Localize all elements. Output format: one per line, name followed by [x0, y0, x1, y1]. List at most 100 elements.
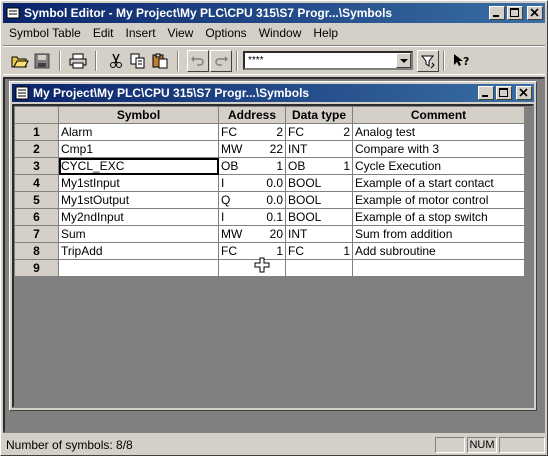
corner-cell[interactable]: [14, 106, 59, 124]
data-type-cell[interactable]: INT: [285, 225, 353, 243]
data-type-cell[interactable]: BOOL: [285, 208, 353, 226]
menu-symbol-table[interactable]: Symbol Table: [3, 23, 87, 43]
address-cell[interactable]: I 0.0: [218, 174, 286, 192]
table-row[interactable]: 6 My2ndInput I 0.1 BOOL Example of a stop swi…: [14, 208, 525, 226]
move-cursor-icon: [254, 257, 270, 273]
data-type-cell[interactable]: FC 2: [285, 123, 353, 141]
address-cell[interactable]: OB 1: [218, 157, 286, 175]
status-pane-extra: [499, 437, 545, 453]
address-number: 0.0: [266, 176, 283, 190]
comment-cell[interactable]: Compare with 3: [352, 140, 525, 158]
child-close-button[interactable]: [516, 86, 532, 100]
symbol-cell[interactable]: [58, 259, 219, 277]
symbols-window: My Project\My PLC\CPU 315\S7 Progr...\Sy…: [9, 81, 537, 411]
data-type-number: 1: [343, 244, 350, 258]
save-icon[interactable]: [31, 50, 53, 72]
menu-view[interactable]: View: [162, 23, 200, 43]
menu-edit[interactable]: Edit: [87, 23, 120, 43]
window-title: Symbol Editor - My Project\My PLC\CPU 31…: [24, 6, 393, 20]
address-type: FC: [221, 125, 237, 139]
data-type-cell[interactable]: OB 1: [285, 157, 353, 175]
address-cell[interactable]: MW 22: [218, 140, 286, 158]
data-type-value: BOOL: [288, 176, 322, 190]
address-cell[interactable]: FC 1: [218, 242, 286, 260]
comment-cell[interactable]: Example of a stop switch: [352, 208, 525, 226]
symbol-cell[interactable]: My1stOutput: [58, 191, 219, 209]
address-type: MW: [221, 227, 243, 241]
data-type-value: INT: [288, 142, 308, 156]
child-title-bar[interactable]: My Project\My PLC\CPU 315\S7 Progr...\Sy…: [12, 84, 534, 102]
menu-help[interactable]: Help: [307, 23, 344, 43]
address-cell[interactable]: FC 2: [218, 123, 286, 141]
comment-cell[interactable]: Cycle Execution: [352, 157, 525, 175]
row-number[interactable]: 4: [14, 174, 59, 192]
print-icon[interactable]: [67, 50, 89, 72]
row-number[interactable]: 5: [14, 191, 59, 209]
data-type-cell[interactable]: [285, 259, 353, 277]
comment-cell[interactable]: Sum from addition: [352, 225, 525, 243]
symbol-cell[interactable]: My1stInput: [58, 174, 219, 192]
table-row[interactable]: 2 Cmp1 MW 22 INT Compare with 3: [14, 140, 525, 158]
row-number[interactable]: 3: [14, 157, 59, 175]
table-row[interactable]: 7 Sum MW 20 INT Sum from addition: [14, 225, 525, 243]
symbol-cell[interactable]: My2ndInput: [58, 208, 219, 226]
address-cell[interactable]: MW 20: [218, 225, 286, 243]
comment-cell[interactable]: Add subroutine: [352, 242, 525, 260]
menu-options[interactable]: Options: [199, 23, 252, 43]
close-button[interactable]: [527, 6, 543, 20]
copy-icon[interactable]: [127, 50, 149, 72]
comment-cell[interactable]: [352, 259, 525, 277]
address-cell[interactable]: I 0.1: [218, 208, 286, 226]
menu-window[interactable]: Window: [253, 23, 308, 43]
child-maximize-button[interactable]: [496, 86, 512, 100]
row-number[interactable]: 8: [14, 242, 59, 260]
header-data-type[interactable]: Data type: [285, 106, 353, 124]
filter-value: ****: [248, 55, 264, 66]
redo-icon[interactable]: [210, 50, 232, 72]
chevron-down-icon[interactable]: [396, 53, 411, 68]
header-comment[interactable]: Comment: [352, 106, 525, 124]
menu-insert[interactable]: Insert: [120, 23, 162, 43]
comment-cell[interactable]: Example of motor control: [352, 191, 525, 209]
context-help-icon[interactable]: ?: [451, 50, 473, 72]
table-row[interactable]: 5 My1stOutput Q 0.0 BOOL Example of motor con…: [14, 191, 525, 209]
row-number[interactable]: 7: [14, 225, 59, 243]
filter-icon[interactable]: [417, 50, 439, 72]
row-number[interactable]: 9: [14, 259, 59, 277]
address-number: 0.0: [266, 193, 283, 207]
data-type-cell[interactable]: BOOL: [285, 191, 353, 209]
filter-dropdown[interactable]: ****: [243, 51, 413, 70]
open-icon[interactable]: [9, 50, 31, 72]
undo-icon[interactable]: [187, 50, 209, 72]
comment-cell[interactable]: Analog test: [352, 123, 525, 141]
child-minimize-button[interactable]: [478, 86, 494, 100]
table-row[interactable]: 4 My1stInput I 0.0 BOOL Example of a start co…: [14, 174, 525, 192]
row-number[interactable]: 6: [14, 208, 59, 226]
symbol-cell[interactable]: TripAdd: [58, 242, 219, 260]
main-window: Symbol Editor - My Project\My PLC\CPU 31…: [0, 0, 548, 456]
data-type-cell[interactable]: INT: [285, 140, 353, 158]
symbol-cell[interactable]: Cmp1: [58, 140, 219, 158]
header-symbol[interactable]: Symbol: [58, 106, 219, 124]
address-type: OB: [221, 159, 239, 173]
cut-icon[interactable]: [105, 50, 127, 72]
minimize-button[interactable]: [489, 6, 505, 20]
maximize-button[interactable]: [507, 6, 523, 20]
symbol-cell[interactable]: CYCL_EXC: [58, 157, 219, 175]
symbol-cell[interactable]: Sum: [58, 225, 219, 243]
paste-icon[interactable]: [149, 50, 171, 72]
comment-cell[interactable]: Example of a start contact: [352, 174, 525, 192]
document-icon: [14, 85, 30, 101]
table-row[interactable]: 3 CYCL_EXC OB 1 OB 1 Cycle Execution: [14, 157, 525, 175]
header-address[interactable]: Address: [218, 106, 286, 124]
data-type-cell[interactable]: FC 1: [285, 242, 353, 260]
title-bar[interactable]: Symbol Editor - My Project\My PLC\CPU 31…: [3, 3, 545, 23]
symbol-cell[interactable]: Alarm: [58, 123, 219, 141]
address-cell[interactable]: Q 0.0: [218, 191, 286, 209]
data-type-cell[interactable]: BOOL: [285, 174, 353, 192]
svg-text:?: ?: [463, 55, 469, 68]
row-number[interactable]: 1: [14, 123, 59, 141]
address-cell[interactable]: [218, 259, 286, 277]
row-number[interactable]: 2: [14, 140, 59, 158]
table-row[interactable]: 1 Alarm FC 2 FC 2 Analog test: [14, 123, 525, 141]
